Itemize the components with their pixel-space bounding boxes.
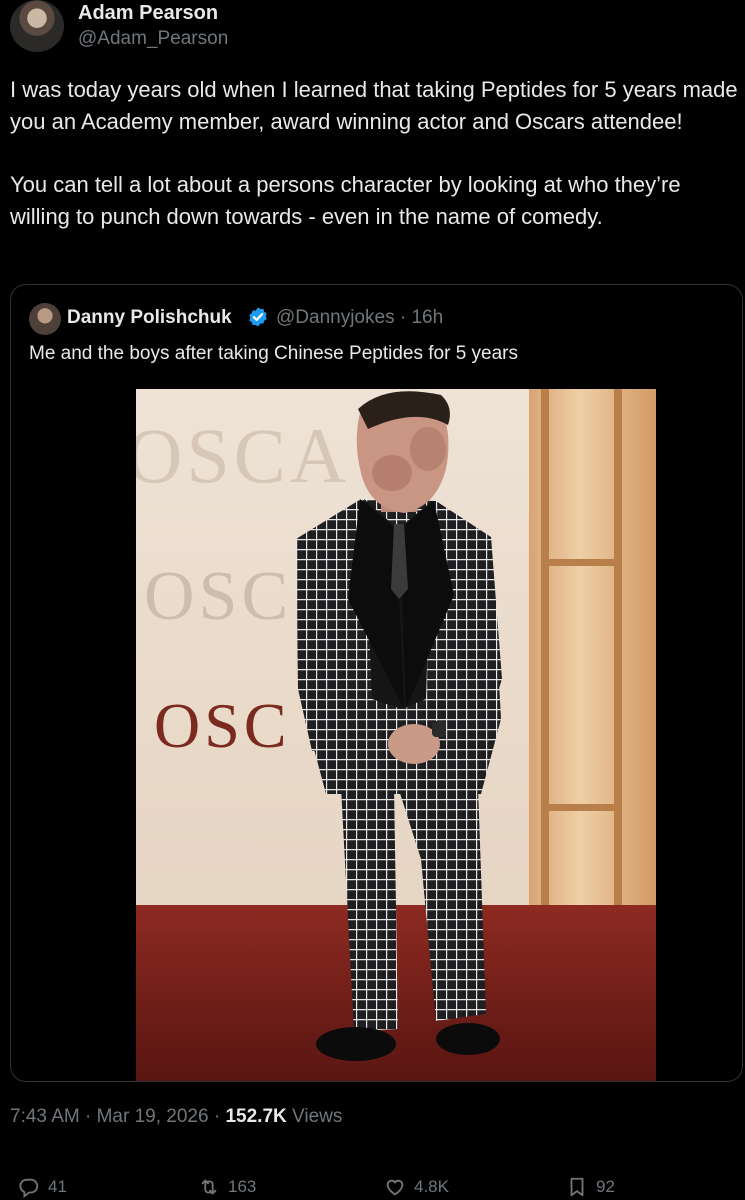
like-count: 4.8K: [414, 1177, 449, 1196]
repost-icon: [201, 1179, 217, 1195]
repost-button[interactable]: 163: [198, 1174, 256, 1200]
tweet-text: I was today years old when I learned tha…: [10, 74, 738, 264]
tweet-time: 7:43 AM: [10, 1106, 80, 1127]
quoted-tweet-text: Me and the boys after taking Chinese Pep…: [29, 343, 518, 364]
quoted-author-handle[interactable]: @Dannyjokes: [276, 307, 395, 328]
bookmark-icon: [570, 1177, 584, 1197]
author-name[interactable]: Adam Pearson: [78, 2, 218, 25]
profile-avatar[interactable]: [10, 0, 64, 52]
tweet-paragraph-2: You can tell a lot about a persons chara…: [10, 172, 681, 229]
quoted-author-avatar[interactable]: [29, 303, 61, 335]
tweet-paragraph-1: I was today years old when I learned tha…: [10, 77, 738, 134]
quoted-author-name[interactable]: Danny Polishchuk: [67, 307, 232, 329]
repost-count: 163: [228, 1177, 257, 1196]
quoted-tweet-photo[interactable]: OSCA OSC OSC: [136, 389, 656, 1081]
author-handle[interactable]: @Adam_Pearson: [78, 28, 228, 50]
person-figure: [296, 391, 502, 1061]
heart-icon: [386, 1179, 404, 1196]
tweet-timestamp[interactable]: 7:43 AM · Mar 19, 2026 · 152.7K Views: [10, 1106, 342, 1128]
quoted-tweet-card[interactable]: Danny Polishchuk @Dannyjokes · 16h Me an…: [10, 284, 743, 1082]
verified-badge-icon: [249, 307, 267, 327]
reply-button[interactable]: 41: [18, 1174, 67, 1200]
views-count: 152.7K: [225, 1106, 287, 1127]
reply-count: 41: [48, 1177, 67, 1196]
quoted-post-age: 16h: [411, 307, 444, 328]
bookmark-count: 92: [596, 1177, 615, 1196]
tweet-date: Mar 19, 2026: [96, 1106, 209, 1127]
views-label: Views: [292, 1106, 343, 1127]
bookmark-button[interactable]: 92: [566, 1174, 615, 1200]
like-button[interactable]: 4.8K: [384, 1174, 449, 1200]
quoted-author-meta: @Dannyjokes · 16h: [276, 307, 444, 328]
reply-icon: [19, 1178, 39, 1198]
